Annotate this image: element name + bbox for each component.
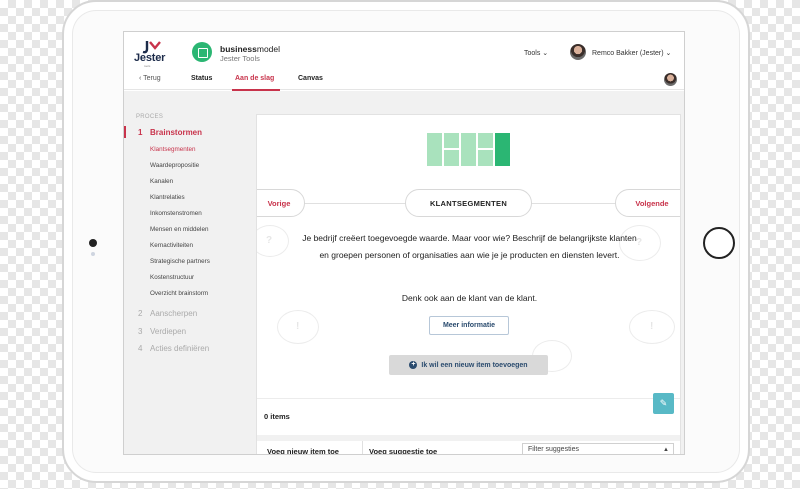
sidebar-item-kernactiviteiten[interactable]: Kernactiviteiten [150,242,193,249]
sidebar-item-kanalen[interactable]: Kanalen [150,178,173,185]
add-item-button[interactable]: + Ik wil een nieuw item toevoegen [389,355,548,375]
sidebar-item-mensen-en-middelen[interactable]: Mensen en middelen [150,226,208,233]
tools-menu[interactable]: Tools ⌄ [524,49,548,57]
app-title-bold: business [220,44,257,54]
step-label: Verdiepen [150,327,187,336]
sidebar-item-overzicht-brainstorm[interactable]: Overzicht brainstorm [150,290,208,297]
sidebar-step-acties-definieren[interactable]: 4 Acties definiëren [138,344,209,353]
tab-canvas[interactable]: Canvas [298,75,323,82]
current-step-label: KLANTSEGMENTEN [405,189,532,217]
active-step-indicator [124,126,126,138]
home-button[interactable] [703,227,735,259]
edit-icon[interactable]: ✎ [653,393,674,414]
sidebar-item-strategische-partners[interactable]: Strategische partners [150,258,210,265]
user-avatar[interactable] [570,44,586,60]
add-item-label: Ik wil een nieuw item toevoegen [421,361,528,369]
app-title-rest: model [256,44,281,54]
top-bar: Jester tools businessmodel Jester Tools … [124,32,684,68]
process-sidebar: PROCES 1 Brainstormen Klantsegmenten Waar… [124,91,254,454]
next-button[interactable]: Volgende [615,189,680,217]
logo-text: Jester [134,52,166,64]
sidebar-step-verdiepen[interactable]: 3 Verdiepen [138,327,186,336]
businessmodel-app-icon [192,42,212,62]
tab-aan-de-slag[interactable]: Aan de slag [235,75,274,82]
tab-add-suggestion[interactable]: Voeg suggestie toe [369,447,437,454]
sidebar-item-klantrelaties[interactable]: Klantrelaties [150,194,185,201]
step-label: Aanscherpen [150,309,198,318]
main-content: PROCES 1 Brainstormen Klantsegmenten Waar… [124,91,684,454]
tab-status[interactable]: Status [191,75,212,82]
nav-bar: ‹ Terug Status Aan de slag Canvas [124,68,684,90]
user-menu[interactable]: Remco Bakker (Jester) ⌄ [592,49,671,57]
sidebar-item-klantsegmenten[interactable]: Klantsegmenten [150,146,196,153]
sidebar-step-aanscherpen[interactable]: 2 Aanscherpen [138,309,197,318]
back-link[interactable]: ‹ Terug [139,75,161,82]
step-number: 1 [138,128,143,137]
step-label: Brainstormen [150,128,203,137]
step-number: 3 [138,327,143,336]
select-arrow-icon: ▲▼ [663,447,669,453]
step-card: Vorige KLANTSEGMENTEN Volgende ? ! ? ! J… [256,114,681,454]
speech-bubble-icon: ! [277,310,319,344]
app-title: businessmodel [220,44,280,54]
bottom-tabs: Voeg nieuw item toe Voeg suggestie toe F… [257,441,680,454]
filter-placeholder: Filter suggesties [528,446,579,453]
sidebar-step-brainstormen[interactable]: 1 Brainstormen [138,128,202,137]
camera-icon [89,239,97,247]
app-subtitle: Jester Tools [220,54,260,63]
step-description: Je bedrijf creëert toegevoegde waarde. M… [302,233,637,260]
tab-separator [362,441,363,454]
app-screen: Jester tools businessmodel Jester Tools … [123,31,685,455]
previous-button[interactable]: Vorige [257,189,305,217]
tab-add-item[interactable]: Voeg nieuw item toe [267,447,339,454]
step-number: 4 [138,344,143,353]
step-label: Acties definiëren [150,344,210,353]
sidebar-item-waardepropositie[interactable]: Waardepropositie [150,162,199,169]
sensor-dot [91,252,95,256]
speech-bubble-icon: ! [629,310,675,344]
items-count: 0 items [264,412,290,421]
speech-bubble-icon: ? [257,225,289,257]
sidebar-item-kostenstructuur[interactable]: Kostenstructuur [150,274,194,281]
plus-icon: + [409,361,418,369]
sidebar-item-inkomstenstromen[interactable]: Inkomstenstromen [150,210,202,217]
collaborator-avatar[interactable] [664,73,677,86]
more-info-button[interactable]: Meer informatie [429,316,509,335]
sidebar-section-title: PROCES [136,114,164,120]
filter-suggestions-select[interactable]: Filter suggesties ▲▼ [522,443,674,454]
step-number: 2 [138,309,143,318]
step-hint: Denk ook aan de klant van de klant. [401,293,538,303]
